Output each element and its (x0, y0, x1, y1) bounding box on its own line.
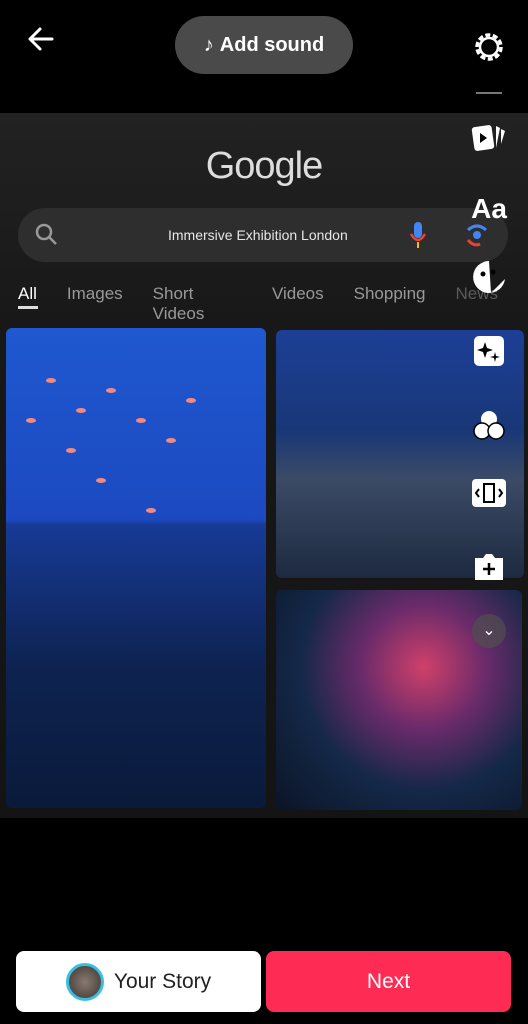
search-query: Immersive Exhibition London (168, 227, 348, 243)
templates-icon[interactable] (470, 118, 508, 156)
settings-gear-icon[interactable] (470, 28, 508, 66)
next-button[interactable]: Next (266, 951, 511, 1012)
music-note-icon: ♪ (203, 33, 214, 56)
effects-icon[interactable] (470, 332, 508, 370)
your-story-label: Your Story (113, 969, 212, 993)
search-bar: Immersive Exhibition London (18, 208, 508, 262)
tab-short-videos: Short Videos (152, 284, 205, 323)
microphone-icon (409, 222, 427, 248)
add-sound-button[interactable]: ♪ Add sound (175, 16, 353, 74)
crop-icon[interactable] (470, 474, 508, 512)
search-icon (35, 223, 57, 245)
avatar (65, 962, 104, 1001)
tab-videos: Videos (271, 284, 324, 303)
aquarium-image (6, 328, 266, 808)
search-tabs: All Images Short Videos Videos Shopping … (18, 284, 528, 324)
add-sound-label: Add sound (219, 33, 325, 56)
google-logo: Google (205, 145, 324, 187)
sticker-icon[interactable] (470, 258, 508, 296)
text-tool-icon[interactable]: Aa (470, 190, 508, 228)
more-tools-chevron-icon[interactable]: ⌄ (472, 614, 506, 648)
camera-add-icon[interactable] (470, 548, 508, 586)
tab-shopping: Shopping (353, 284, 426, 303)
active-tab-underline (18, 306, 38, 309)
your-story-button[interactable]: Your Story (16, 951, 261, 1012)
back-arrow-icon[interactable] (26, 24, 60, 58)
tab-images: Images (66, 284, 123, 303)
tab-all: All (18, 284, 37, 303)
filters-icon[interactable] (470, 406, 508, 444)
toolbar-divider (476, 92, 502, 94)
